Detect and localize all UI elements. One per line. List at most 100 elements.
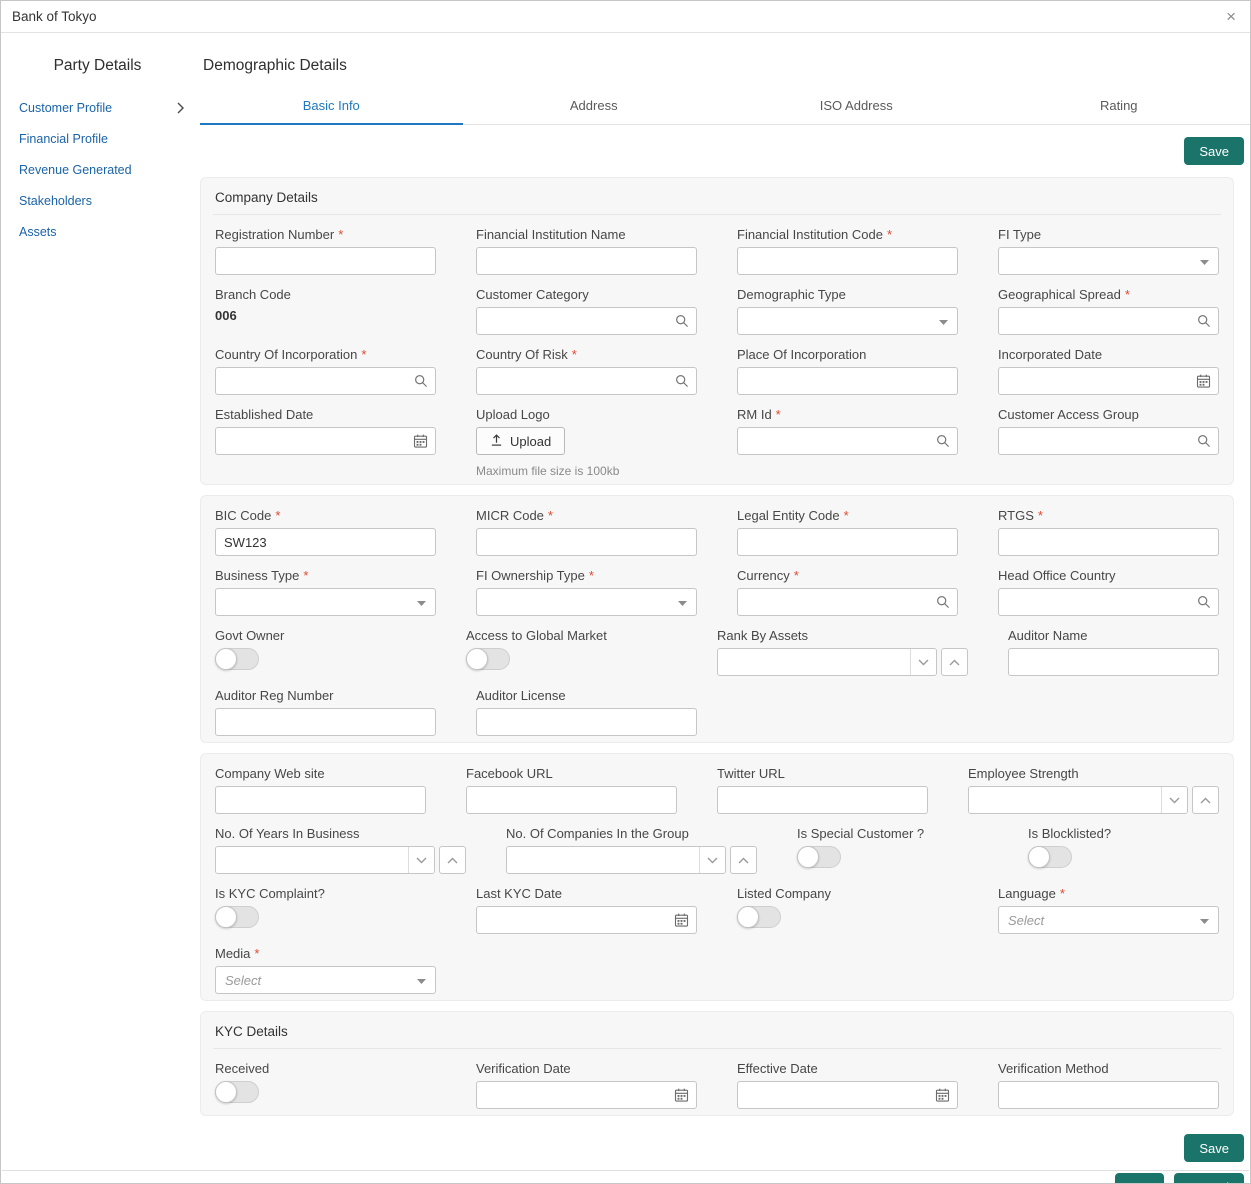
window-title: Bank of Tokyo [12, 9, 97, 24]
form-row: Established Date Upload Logo Upload Maximum… [213, 399, 1221, 482]
fi-ownership-type-select[interactable] [476, 588, 697, 616]
no-of-years-in-business-input[interactable] [216, 847, 408, 873]
close-icon[interactable]: × [1226, 8, 1236, 25]
fi-type-select[interactable] [998, 247, 1219, 275]
search-icon[interactable] [414, 374, 428, 388]
required-asterisk: * [1037, 508, 1043, 523]
sidebar-item-financial-profile[interactable]: Financial Profile [19, 132, 190, 146]
language-select[interactable]: Select [998, 906, 1219, 934]
twitter-url-input[interactable] [717, 786, 928, 814]
currency-input[interactable] [737, 588, 958, 616]
tab-rating[interactable]: Rating [988, 90, 1251, 125]
field-country-of-incorporation: Country Of Incorporation * [215, 347, 436, 395]
established-date-input[interactable] [215, 427, 436, 455]
decrement-button[interactable] [1161, 787, 1187, 813]
demographic-type-select[interactable] [737, 307, 958, 335]
field-rtgs: RTGS * [998, 508, 1219, 556]
cancel-button[interactable]: Cancel [1173, 1173, 1244, 1183]
search-icon[interactable] [1197, 314, 1211, 328]
company-web-site-input[interactable] [215, 786, 426, 814]
rm-id-input[interactable] [737, 427, 958, 455]
calendar-icon[interactable] [1196, 374, 1211, 389]
auditor-reg-number-input[interactable] [215, 708, 436, 736]
ok-button[interactable]: OK [1114, 1173, 1164, 1183]
last-kyc-date-input[interactable] [476, 906, 697, 934]
sidebar-item-customer-profile[interactable]: Customer Profile [19, 101, 190, 115]
govt-owner-toggle[interactable] [215, 648, 259, 670]
listed-company-toggle[interactable] [737, 906, 781, 928]
rank-by-assets-input[interactable] [718, 649, 910, 675]
decrement-button[interactable] [910, 649, 936, 675]
increment-button[interactable] [730, 846, 757, 874]
tab-basic-info[interactable]: Basic Info [200, 90, 463, 125]
country-of-risk-input[interactable] [476, 367, 697, 395]
employee-strength-input[interactable] [969, 787, 1161, 813]
save-button-top[interactable]: Save [1184, 137, 1244, 165]
access-to-global-market-toggle[interactable] [466, 648, 510, 670]
increment-button[interactable] [1192, 786, 1219, 814]
search-icon[interactable] [1197, 434, 1211, 448]
sidebar-item-revenue-generated[interactable]: Revenue Generated [19, 163, 190, 177]
save-button-bottom[interactable]: Save [1184, 1134, 1244, 1162]
financial-institution-name-input[interactable] [476, 247, 697, 275]
tab-address[interactable]: Address [463, 90, 726, 125]
chevron-right-icon[interactable] [177, 102, 184, 114]
effective-date-input[interactable] [737, 1081, 958, 1109]
calendar-icon[interactable] [674, 1088, 689, 1103]
tab-bar: Basic Info Address ISO Address Rating [200, 90, 1250, 125]
customer-category-input[interactable] [476, 307, 697, 335]
calendar-icon[interactable] [413, 434, 428, 449]
place-of-incorporation-input[interactable] [737, 367, 958, 395]
chevron-down-icon [678, 593, 687, 611]
calendar-icon[interactable] [674, 913, 689, 928]
no-of-companies-in-the-group-input[interactable] [507, 847, 699, 873]
decrement-button[interactable] [408, 847, 434, 873]
registration-number-input[interactable] [215, 247, 436, 275]
auditor-name-input[interactable] [1008, 648, 1219, 676]
sidebar-item-stakeholders[interactable]: Stakeholders [19, 194, 190, 208]
section-3: Company Web site Facebook URL Twitter URL E… [200, 753, 1234, 1001]
head-office-country-input[interactable] [998, 588, 1219, 616]
sidebar-item-assets[interactable]: Assets [19, 225, 190, 239]
field-label-text: No. Of Years In Business [215, 826, 360, 841]
search-icon[interactable] [936, 434, 950, 448]
tab-iso-address[interactable]: ISO Address [725, 90, 988, 125]
verification-date-input[interactable] [476, 1081, 697, 1109]
customer-access-group-input[interactable] [998, 427, 1219, 455]
calendar-icon[interactable] [935, 1088, 950, 1103]
micr-code-input[interactable] [476, 528, 697, 556]
is-special-customer-toggle[interactable] [797, 846, 841, 868]
facebook-url-input[interactable] [466, 786, 677, 814]
incorporated-date-input[interactable] [998, 367, 1219, 395]
verification-method-input[interactable] [998, 1081, 1219, 1109]
field-label: Geographical Spread * [998, 287, 1219, 302]
increment-button[interactable] [941, 648, 968, 676]
section-kyc-details: KYC Details Received Verification Date Effe… [200, 1011, 1234, 1116]
legal-entity-code-input[interactable] [737, 528, 958, 556]
country-of-incorporation-input[interactable] [215, 367, 436, 395]
decrement-button[interactable] [699, 847, 725, 873]
search-icon[interactable] [675, 314, 689, 328]
form-row: BIC Code*MICR Code*Legal Entity Code*RTG… [213, 500, 1221, 560]
field-no-of-companies-in-the-group: No. Of Companies In the Group [506, 826, 757, 874]
is-kyc-complaint-toggle[interactable] [215, 906, 259, 928]
media-select[interactable]: Select [215, 966, 436, 994]
geographical-spread-input[interactable] [998, 307, 1219, 335]
auditor-license-input[interactable] [476, 708, 697, 736]
upload-button[interactable]: Upload [476, 427, 566, 455]
field-label-text: RTGS [998, 508, 1034, 523]
search-icon[interactable] [1197, 595, 1211, 609]
increment-button[interactable] [439, 846, 466, 874]
financial-institution-code-input[interactable] [737, 247, 958, 275]
bic-code-input[interactable] [215, 528, 436, 556]
chevron-down-icon [939, 312, 948, 330]
business-type-select[interactable] [215, 588, 436, 616]
search-icon[interactable] [675, 374, 689, 388]
field-twitter-url: Twitter URL [717, 766, 928, 814]
received-toggle[interactable] [215, 1081, 259, 1103]
is-blocklisted-toggle[interactable] [1028, 846, 1072, 868]
rtgs-input[interactable] [998, 528, 1219, 556]
search-icon[interactable] [936, 595, 950, 609]
field-label: Received [215, 1061, 436, 1076]
field-auditor-name: Auditor Name [1008, 628, 1219, 676]
